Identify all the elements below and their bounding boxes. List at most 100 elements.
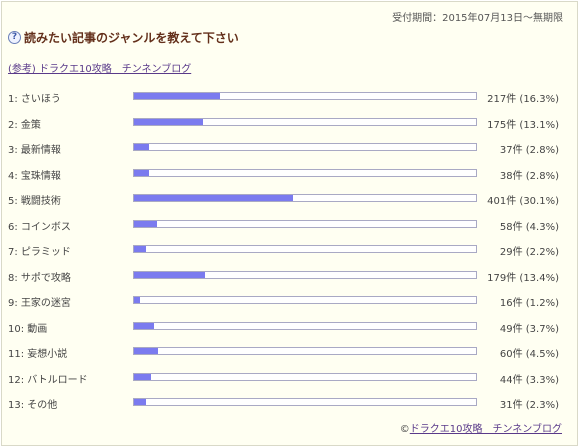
result-index: 12: (8, 374, 25, 386)
poll-question: ? 読みたい記事のジャンルを教えて下さい (8, 29, 239, 46)
poll-question-text: 読みたい記事のジャンルを教えて下さい (24, 31, 239, 45)
result-count: 58件 (4.3%) (499, 221, 559, 233)
poll-result-panel: 受付期間：2015年07月13日～無期限 ? 読みたい記事のジャンルを教えて下さ… (1, 1, 578, 446)
result-label-text: 金策 (20, 119, 41, 131)
result-index: 1: (8, 94, 18, 105)
result-index: 10: (8, 323, 25, 335)
result-bar-fill (134, 246, 146, 252)
result-bar-track (133, 321, 477, 330)
result-row: 3: 最新情報 37件 (2.8%) (2, 141, 577, 156)
result-label: 13: その他 (8, 396, 57, 411)
result-label-text: ピラミッド (20, 247, 71, 258)
result-bar-fill (134, 169, 149, 176)
result-label: 4: 宝珠情報 (8, 167, 61, 182)
result-bar-fill (134, 399, 147, 405)
result-bar-track (133, 398, 477, 406)
result-label-text: サポで攻略 (20, 272, 71, 284)
result-bar-fill (134, 322, 154, 329)
result-row: 12: バトルロード 44件 (3.3%) (2, 371, 577, 386)
result-label-text: バトルロード (27, 374, 88, 386)
result-label-text: 妄想小説 (27, 349, 68, 360)
result-count: 16件 (1.2%) (499, 298, 559, 309)
result-label-text: その他 (27, 400, 58, 411)
result-label: 1: さいほう (8, 90, 61, 105)
result-row: 5: 戦闘技術 401件 (30.1%) (2, 192, 577, 207)
result-row: 4: 宝珠情報 38件 (2.8%) (2, 167, 577, 182)
result-label: 3: 最新情報 (8, 141, 61, 156)
result-index: 9: (8, 298, 18, 309)
result-label: 5: 戦闘技術 (8, 192, 61, 207)
result-index: 11: (8, 349, 25, 360)
result-index: 8: (8, 272, 18, 284)
result-bar-fill (134, 195, 294, 201)
result-bar-fill (134, 271, 205, 278)
result-row: 1: さいほう 217件 (16.3%) (2, 90, 577, 105)
result-count: 44件 (3.3%) (499, 374, 559, 386)
result-bar-fill (134, 118, 204, 125)
result-index: 6: (8, 221, 18, 233)
result-index: 2: (8, 119, 18, 131)
result-bar-track (133, 296, 477, 304)
footer-blog-link[interactable]: ドラクエ10攻略 チンネンブログ (410, 424, 562, 435)
result-bar-fill (134, 348, 158, 354)
result-count: 179件 (13.4%) (487, 272, 559, 284)
result-count: 401件 (30.1%) (487, 196, 559, 207)
result-count: 38件 (2.8%) (499, 170, 559, 182)
result-row: 13: その他 31件 (2.3%) (2, 396, 577, 411)
result-index: 5: (8, 196, 18, 207)
result-row: 2: 金策 175件 (13.1%) (2, 116, 577, 131)
result-index: 4: (8, 170, 18, 182)
result-row: 11: 妄想小説 60件 (4.5%) (2, 345, 577, 360)
result-count: 217件 (16.3%) (487, 94, 559, 105)
result-bar-fill (134, 297, 141, 303)
result-label: 2: 金策 (8, 116, 41, 131)
result-label: 7: ピラミッド (8, 243, 71, 258)
result-row: 10: 動画 49件 (3.7%) (2, 320, 577, 335)
result-bar-track (133, 168, 477, 177)
result-label-text: さいほう (20, 94, 61, 105)
result-bar-track (133, 92, 477, 100)
result-count: 175件 (13.1%) (487, 119, 559, 131)
result-row: 9: 王家の迷宮 16件 (1.2%) (2, 294, 577, 309)
result-row: 7: ピラミッド 29件 (2.2%) (2, 243, 577, 258)
reception-period: 受付期間：2015年07月13日～無期限 (392, 13, 563, 24)
result-label-text: 宝珠情報 (20, 170, 61, 182)
result-label-text: 最新情報 (20, 145, 61, 156)
result-index: 13: (8, 400, 25, 411)
result-row: 8: サポで攻略 179件 (13.4%) (2, 269, 577, 284)
result-label: 10: 動画 (8, 320, 47, 335)
result-bar-track (133, 194, 477, 202)
question-mark-icon: ? (8, 31, 21, 44)
result-label: 12: バトルロード (8, 371, 88, 386)
result-count: 49件 (3.7%) (499, 323, 559, 335)
result-count: 60件 (4.5%) (499, 349, 559, 360)
result-bar-track (133, 219, 477, 228)
result-label-text: 戦闘技術 (20, 196, 61, 207)
result-bar-fill (134, 144, 149, 150)
result-label: 9: 王家の迷宮 (8, 294, 71, 309)
result-bar-fill (134, 373, 152, 380)
result-count: 37件 (2.8%) (499, 145, 559, 156)
copyright-symbol: © (399, 424, 410, 435)
result-bar-track (133, 143, 477, 151)
result-index: 3: (8, 145, 18, 156)
result-label: 8: サポで攻略 (8, 269, 71, 284)
result-label-text: コインボス (20, 221, 71, 233)
reference-link[interactable]: (参考) ドラクエ10攻略 チンネンブログ (8, 60, 191, 75)
result-count: 29件 (2.2%) (499, 247, 559, 258)
result-label-text: 王家の迷宮 (20, 298, 71, 309)
result-index: 7: (8, 247, 18, 258)
result-bar-track (133, 372, 477, 381)
result-bar-fill (134, 220, 157, 227)
footer-credit: ©ドラクエ10攻略 チンネンブログ (400, 420, 562, 435)
result-bar-track (133, 347, 477, 355)
result-bar-track (133, 117, 477, 126)
result-label: 11: 妄想小説 (8, 345, 67, 360)
result-bar-track (133, 270, 477, 279)
result-row: 6: コインボス 58件 (4.3%) (2, 218, 577, 233)
result-bar-track (133, 245, 477, 253)
result-label-text: 動画 (27, 323, 48, 335)
result-bar-fill (134, 93, 221, 99)
result-label: 6: コインボス (8, 218, 71, 233)
result-count: 31件 (2.3%) (499, 400, 559, 411)
